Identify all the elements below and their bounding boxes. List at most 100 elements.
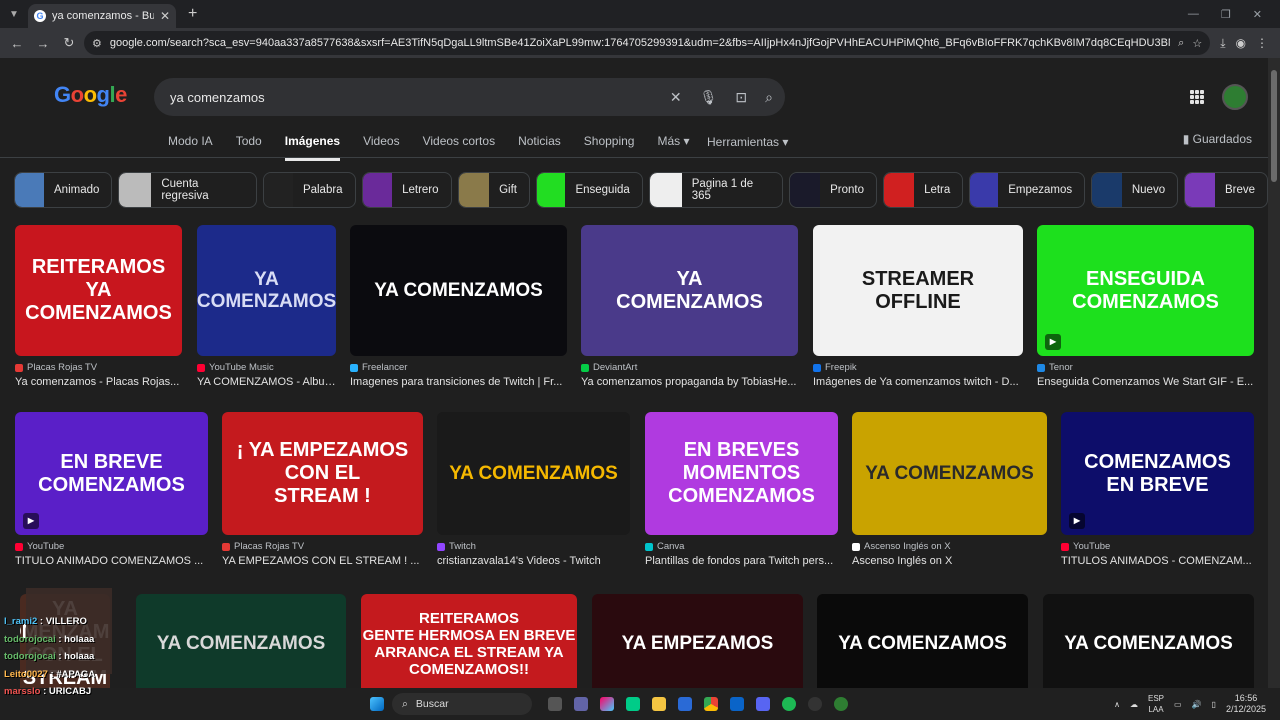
search-input[interactable]: ya comenzamos	[170, 90, 652, 105]
filter-chip[interactable]: Pagina 1 de 365	[648, 172, 784, 208]
result-title[interactable]: Ascenso Inglés on X	[852, 555, 1047, 567]
chrome-icon[interactable]	[704, 697, 718, 711]
image-result[interactable]: ¡ YA EMPEZAMOS CON EL STREAM ! Placas Roj…	[222, 412, 423, 567]
result-thumbnail[interactable]: YA EMPEZAMOS	[592, 594, 803, 688]
result-thumbnail[interactable]: COMENZAMOS EN BREVE ▶	[1061, 412, 1254, 535]
result-title[interactable]: Ya comenzamos propaganda by TobiasHe...	[581, 376, 798, 388]
language-indicator[interactable]: ESP LAA	[1148, 693, 1164, 715]
site-info-icon[interactable]: ⚙	[92, 37, 102, 50]
result-title[interactable]: Enseguida Comenzamos We Start GIF - E...	[1037, 376, 1254, 388]
image-result[interactable]: STREAMER OFFLINE Freepik Imágenes de Ya co…	[813, 225, 1023, 388]
scrollbar-thumb[interactable]	[1271, 70, 1277, 182]
result-title[interactable]: Plantillas de fondos para Twitch pers...	[645, 555, 838, 567]
image-result[interactable]: EN BREVE COMENZAMOS ▶ YouTube TITULO ANIMAD…	[15, 412, 208, 567]
result-thumbnail[interactable]: YA COMENZAMOS	[817, 594, 1028, 688]
filter-chip[interactable]: Palabra	[262, 172, 356, 208]
result-thumbnail[interactable]: REITERAMOS GENTE HERMOSA EN BREVE ARRANC…	[361, 594, 577, 688]
image-result[interactable]: YA COMENZAMOS Freelancer Imagenes para tra…	[350, 225, 567, 388]
google-logo[interactable]: Google	[54, 82, 127, 108]
result-source[interactable]: DeviantArt	[581, 362, 798, 373]
lens-camera-icon[interactable]: ⊡	[735, 89, 747, 106]
menu-kebab-icon[interactable]: ⋮	[1256, 36, 1268, 51]
result-title[interactable]: Imagenes para transiciones de Twitch | F…	[350, 376, 567, 388]
tab-search-icon[interactable]: ▼	[0, 0, 28, 28]
page-scrollbar[interactable]	[1268, 58, 1280, 688]
filter-chip[interactable]: Cuenta regresiva	[118, 172, 257, 208]
result-source[interactable]: Freepik	[813, 362, 1023, 373]
image-result[interactable]: YA COMENZAMOS Twitch cristianzavala14's Vi…	[437, 412, 630, 567]
result-source[interactable]: Twitch	[437, 541, 630, 552]
battery-icon[interactable]: ▯	[1212, 700, 1216, 709]
saved-button[interactable]: ▮ Guardados	[1183, 132, 1252, 146]
result-thumbnail[interactable]: YA COMENZAMOS	[350, 225, 567, 356]
image-result[interactable]: COMENZAMOS EN BREVE ▶ YouTube TITULOS ANIMA…	[1061, 412, 1254, 567]
minimize-icon[interactable]: —	[1188, 8, 1199, 21]
image-result[interactable]: REITERAMOS YA COMENZAMOS Placas Rojas TV Y…	[15, 225, 182, 388]
result-title[interactable]: YA COMENZAMOS - Album...	[197, 376, 336, 388]
forward-icon[interactable]: →	[32, 32, 54, 54]
copilot-icon[interactable]	[600, 697, 614, 711]
image-result[interactable]: REITERAMOS GENTE HERMOSA EN BREVE ARRANC…	[361, 594, 577, 688]
result-title[interactable]: TITULOS ANIMADOS - COMENZAM...	[1061, 555, 1254, 567]
image-result[interactable]: YA COMENZAMOS DeviantArt Ya comenzamos pro…	[581, 225, 798, 388]
filter-chip[interactable]: Animado	[14, 172, 113, 208]
search-box[interactable]: ya comenzamos ✕ 🎙 ⊡ ⌕	[154, 78, 785, 116]
file-explorer-icon[interactable]	[652, 697, 666, 711]
filter-chip[interactable]: Pronto	[789, 172, 877, 208]
result-thumbnail[interactable]: STREAMER OFFLINE	[813, 225, 1023, 356]
reload-icon[interactable]: ↻	[58, 32, 80, 54]
browser-tab[interactable]: G ya comenzamos - Buscar con Google ✕	[28, 4, 176, 28]
download-icon[interactable]: ⤓	[1220, 36, 1225, 51]
result-thumbnail[interactable]: ENSEGUIDA COMENZAMOS ▶	[1037, 225, 1254, 356]
tray-overflow-icon[interactable]: ∧	[1114, 700, 1120, 709]
apps-grid-icon[interactable]	[1190, 90, 1204, 104]
account-avatar[interactable]	[1222, 84, 1248, 110]
result-thumbnail[interactable]: EN BREVE COMENZAMOS ▶	[15, 412, 208, 535]
result-title[interactable]: Ya comenzamos - Placas Rojas...	[15, 376, 182, 388]
close-tab-icon[interactable]: ✕	[160, 9, 170, 23]
app-icon[interactable]	[834, 697, 848, 711]
image-result[interactable]: YA COMENZAMOS	[1043, 594, 1254, 688]
image-result[interactable]: YA COMENZAMOS YouTube Music YA COMENZAMOS …	[197, 225, 336, 388]
onedrive-icon[interactable]: ☁	[1130, 700, 1138, 709]
bookmark-star-icon[interactable]: ☆	[1192, 37, 1202, 50]
result-title[interactable]: cristianzavala14's Videos - Twitch	[437, 555, 630, 567]
image-result[interactable]: EN BREVES MOMENTOS COMENZAMOS Canva Planti…	[645, 412, 838, 567]
result-title[interactable]: YA EMPEZAMOS CON EL STREAM ! ...	[222, 555, 423, 567]
profile-icon[interactable]: ◉	[1236, 36, 1246, 51]
clear-icon[interactable]: ✕	[670, 89, 682, 106]
filter-chip[interactable]: Nuevo	[1091, 172, 1179, 208]
url-text[interactable]: google.com/search?sca_esv=940aa337a85776…	[110, 37, 1170, 49]
filter-chip[interactable]: Letra	[882, 172, 964, 208]
outlook-icon[interactable]	[730, 697, 744, 711]
volume-icon[interactable]: 🔊	[1192, 700, 1202, 709]
result-thumbnail[interactable]: EN BREVES MOMENTOS COMENZAMOS	[645, 412, 838, 535]
result-thumbnail[interactable]: ¡ YA EMPEZAMOS CON EL STREAM !	[222, 412, 423, 535]
result-source[interactable]: YouTube Music	[197, 362, 336, 373]
result-thumbnail[interactable]: YA COMENZAMOS	[437, 412, 630, 535]
close-window-icon[interactable]: ✕	[1253, 8, 1262, 21]
result-thumbnail[interactable]: REITERAMOS YA COMENZAMOS	[15, 225, 182, 356]
result-source[interactable]: YouTube	[15, 541, 208, 552]
result-source[interactable]: Ascenso Inglés on X	[852, 541, 1047, 552]
teams-icon[interactable]	[574, 697, 588, 711]
obs-icon[interactable]	[808, 697, 822, 711]
filter-chip[interactable]: Enseguida	[535, 172, 643, 208]
image-result[interactable]: YA COMENZAMOS	[817, 594, 1028, 688]
taskbar-search[interactable]: ⌕ Buscar	[392, 693, 532, 715]
task-view-icon[interactable]	[548, 697, 562, 711]
result-title[interactable]: Imágenes de Ya comenzamos twitch - D...	[813, 376, 1023, 388]
result-thumbnail[interactable]: YA COMENZAMOS	[852, 412, 1047, 535]
filter-chip[interactable]: Empezamos	[969, 172, 1086, 208]
discord-icon[interactable]	[756, 697, 770, 711]
result-source[interactable]: Placas Rojas TV	[222, 541, 423, 552]
result-source[interactable]: YouTube	[1061, 541, 1254, 552]
result-thumbnail[interactable]: YA COMENZAMOS	[197, 225, 336, 356]
filter-chip[interactable]: Breve	[1184, 172, 1268, 208]
start-icon[interactable]	[370, 697, 384, 711]
zoom-icon[interactable]: ⌕	[1178, 37, 1184, 50]
result-source[interactable]: Tenor	[1037, 362, 1254, 373]
restore-icon[interactable]: ❐	[1221, 8, 1231, 21]
filter-chip[interactable]: Letrero	[361, 172, 452, 208]
result-thumbnail[interactable]: YA COMENZAMOS	[1043, 594, 1254, 688]
